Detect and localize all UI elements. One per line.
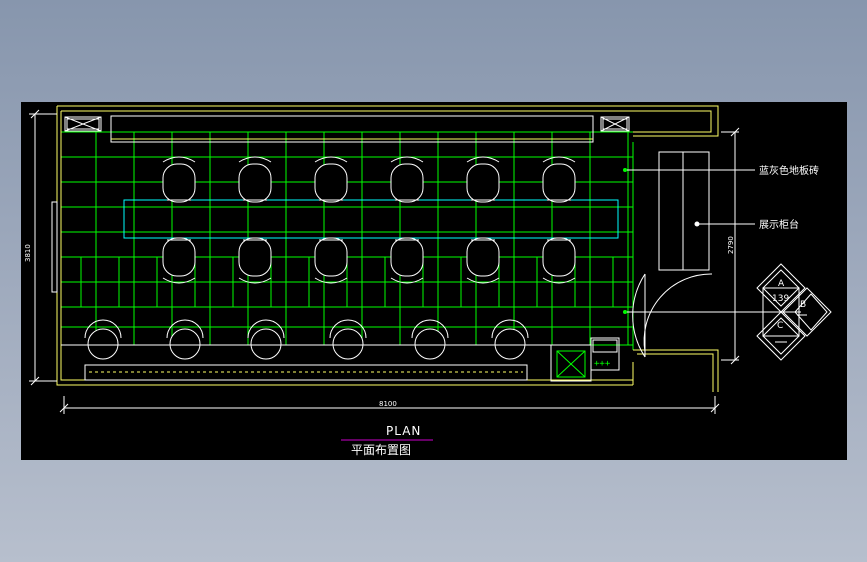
chairs-top-row [162, 156, 576, 203]
ac-unit-right [600, 116, 630, 132]
round-stools-row [84, 319, 529, 360]
floor-tile-grid [61, 131, 634, 350]
bottom-bench [61, 344, 551, 381]
width-dimension: 8100 [379, 400, 397, 408]
annotation-leaders [625, 169, 801, 313]
elevation-marker [756, 263, 832, 361]
top-counter [110, 115, 594, 143]
elevation-marker-sheet: 139 [772, 294, 789, 304]
elevation-marker-c: C [777, 321, 783, 331]
svg-text:+++: +++ [594, 359, 611, 369]
elevation-marker-b: B [800, 300, 806, 310]
door-swing [632, 273, 713, 358]
ac-unit-left [64, 116, 102, 132]
floor-tile-label: 蓝灰色地板砖 [759, 164, 819, 177]
drawing-subtitle: 平面布置图 [351, 443, 411, 457]
drawing-title: PLAN [386, 424, 421, 438]
height-dimension-left: 3810 [24, 244, 32, 262]
chairs-bottom-row [162, 237, 576, 284]
stove: +++ [590, 337, 620, 371]
annotation-dots [623, 168, 627, 314]
height-dimension-right: 2790 [727, 236, 735, 254]
sink-cabinet [550, 344, 592, 382]
display-cabinet-label: 展示柜台 [759, 218, 799, 231]
elevation-marker-a: A [778, 279, 785, 289]
cad-viewport[interactable]: +++ 蓝灰色地板砖 展示柜台 3810 2790 8100 A B C 139… [21, 102, 847, 460]
